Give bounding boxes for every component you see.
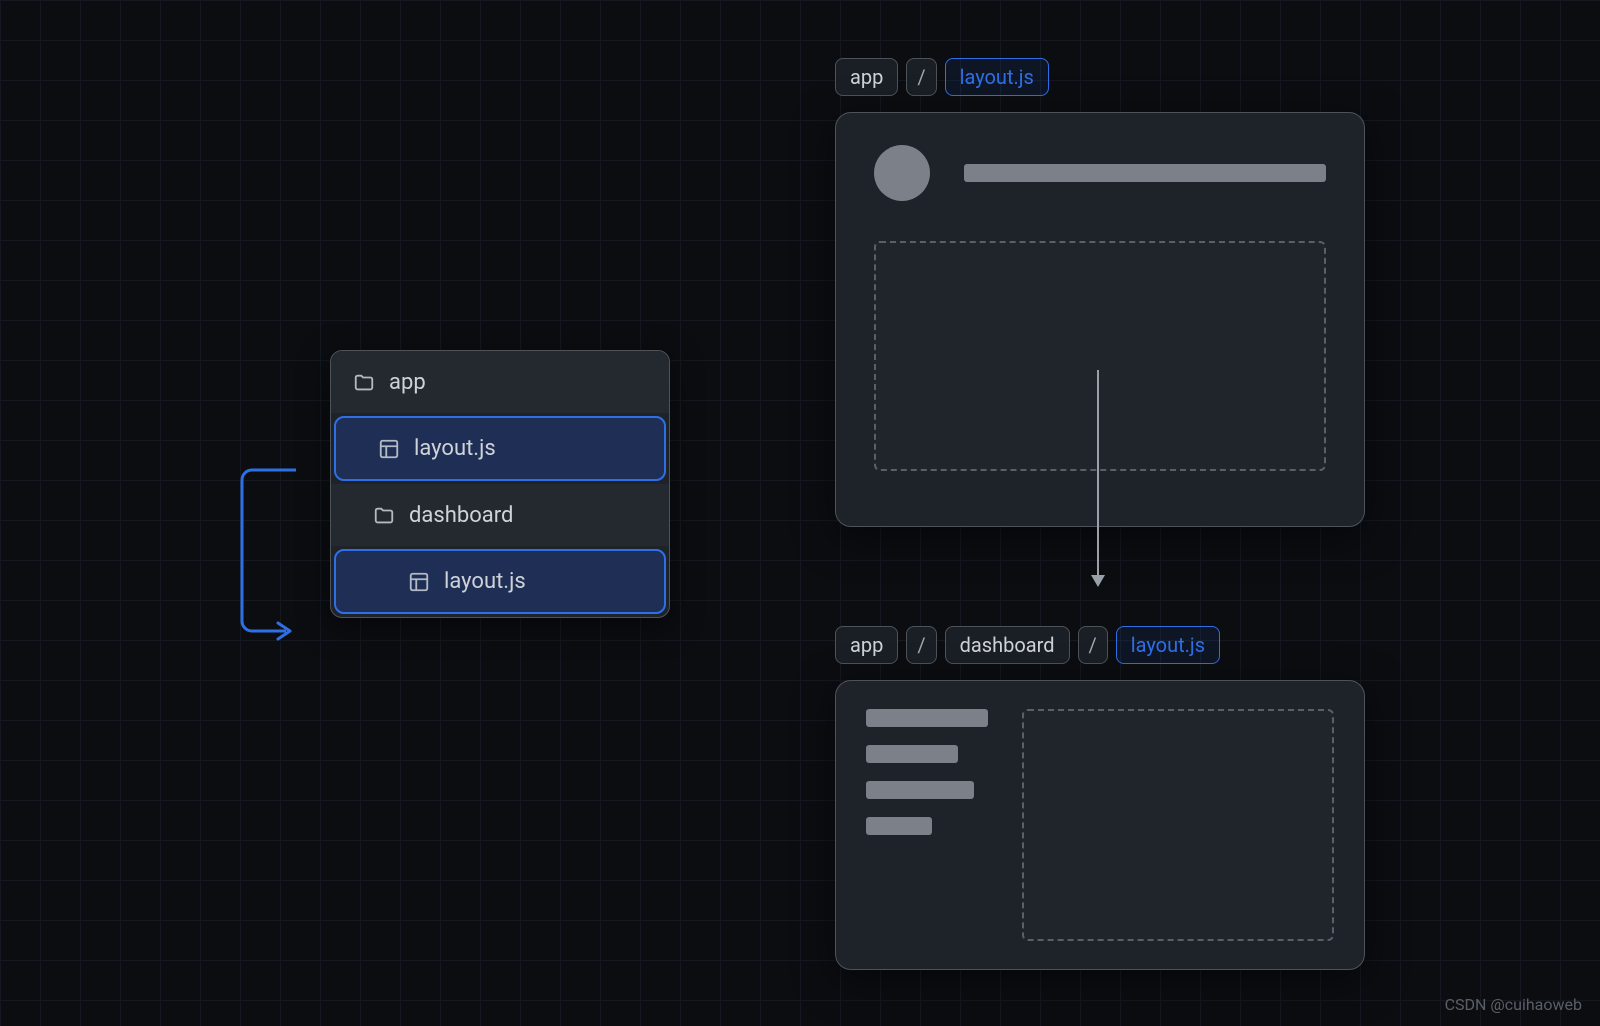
layout-preview-dashboard bbox=[835, 680, 1365, 970]
watermark: CSDN @cuihaoweb bbox=[1445, 995, 1582, 1014]
file-tree-panel: app layout.js dashboard layout.js bbox=[330, 350, 670, 618]
tree-item-label: layout.js bbox=[444, 569, 526, 594]
crumb-app: app bbox=[835, 58, 898, 96]
crumb-sep: / bbox=[1078, 626, 1108, 664]
tree-item-layout-root: layout.js bbox=[334, 416, 666, 481]
folder-icon bbox=[373, 505, 395, 527]
tree-item-layout-dashboard: layout.js bbox=[334, 549, 666, 614]
layout-icon bbox=[378, 438, 400, 460]
crumb-app: app bbox=[835, 626, 898, 664]
flow-arrow-down bbox=[1097, 370, 1099, 585]
skeleton-bar bbox=[866, 817, 932, 835]
skeleton-bar bbox=[866, 745, 958, 763]
connector-arrow bbox=[238, 468, 296, 633]
crumb-sep: / bbox=[906, 626, 936, 664]
breadcrumb-top: app / layout.js bbox=[835, 58, 1049, 96]
tree-item-label: dashboard bbox=[409, 503, 513, 528]
skeleton-avatar bbox=[874, 145, 930, 201]
layout-preview-root bbox=[835, 112, 1365, 527]
tree-item-dashboard: dashboard bbox=[331, 484, 669, 546]
crumb-sep: / bbox=[906, 58, 936, 96]
layout-icon bbox=[408, 571, 430, 593]
tree-item-app: app bbox=[331, 351, 669, 413]
breadcrumb-bottom: app / dashboard / layout.js bbox=[835, 626, 1220, 664]
crumb-layout-js: layout.js bbox=[1116, 626, 1220, 664]
diagram-canvas: app layout.js dashboard layout.js app / … bbox=[0, 0, 1600, 1026]
skeleton-bar bbox=[866, 781, 974, 799]
layout-children-slot bbox=[874, 241, 1326, 471]
tree-item-label: app bbox=[389, 370, 426, 395]
crumb-layout-js: layout.js bbox=[945, 58, 1049, 96]
layout-children-slot bbox=[1022, 709, 1334, 941]
skeleton-bar bbox=[866, 709, 988, 727]
folder-icon bbox=[353, 372, 375, 394]
tree-item-label: layout.js bbox=[414, 436, 496, 461]
skeleton-bar bbox=[964, 164, 1326, 182]
crumb-dashboard: dashboard bbox=[945, 626, 1070, 664]
skeleton-sidebar bbox=[866, 709, 988, 941]
